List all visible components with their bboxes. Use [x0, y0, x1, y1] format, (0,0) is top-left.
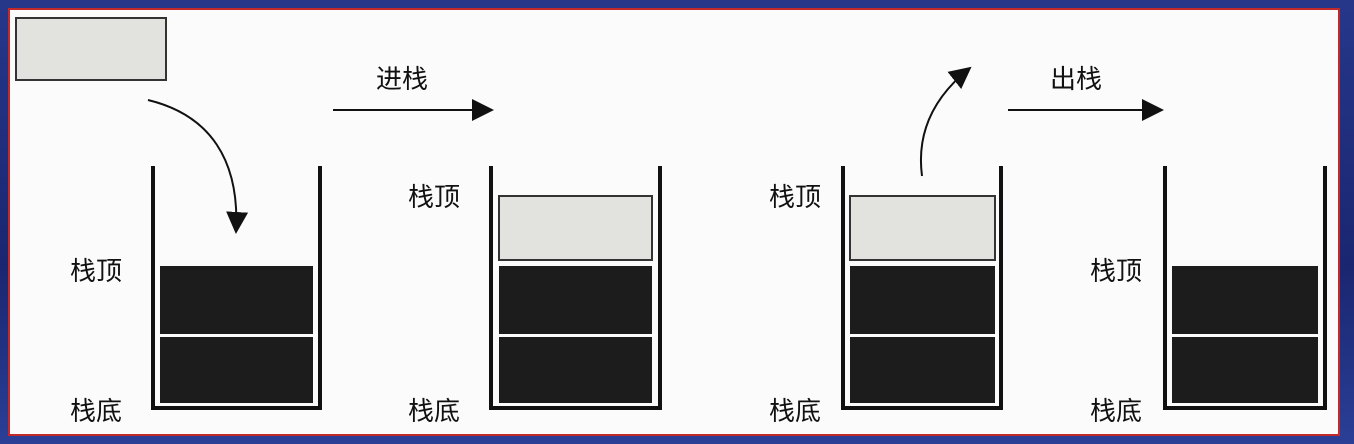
stack-2-element-middle	[499, 266, 652, 334]
stack-1: 栈顶 栈底	[70, 166, 322, 427]
stack-4-element-bottom	[1172, 337, 1318, 403]
stack-3-element-bottom	[850, 337, 995, 403]
stack-4: 栈顶 栈底	[1090, 166, 1327, 427]
stack-2-element-bottom	[499, 337, 652, 403]
stack-2-top-label: 栈顶	[408, 183, 460, 213]
stack-1-top-label: 栈顶	[70, 257, 122, 287]
stack-1-element-top	[160, 266, 313, 334]
stack-2-element-new	[498, 195, 653, 261]
stack-1-element-bottom	[160, 337, 313, 403]
stack-3: 栈顶 栈底	[769, 66, 1003, 427]
stack-4-top-label: 栈顶	[1090, 257, 1142, 287]
incoming-element	[15, 17, 167, 81]
stack-2: 栈顶 栈底	[408, 166, 662, 427]
stack-diagram: 栈顶 栈底 进栈 栈顶 栈底 栈顶 栈底 出栈 栈顶 栈底	[15, 17, 1327, 427]
stack-3-top-label: 栈顶	[769, 183, 821, 213]
stack-2-bottom-label: 栈底	[408, 397, 460, 427]
stack-4-bottom-label: 栈底	[1090, 397, 1142, 427]
pop-operation: 出栈	[1008, 65, 1164, 121]
push-drop-arrow	[147, 99, 249, 234]
stack-1-bottom-label: 栈底	[70, 397, 122, 427]
stack-3-bottom-label: 栈底	[769, 397, 821, 427]
push-operation: 进栈	[333, 65, 494, 121]
stack-3-element-middle	[850, 266, 995, 334]
stack-3-element-top	[849, 195, 996, 261]
push-label: 进栈	[376, 65, 428, 95]
pop-label: 出栈	[1050, 65, 1102, 95]
stack-4-element-top	[1172, 266, 1318, 334]
pop-lift-arrow	[920, 66, 972, 177]
